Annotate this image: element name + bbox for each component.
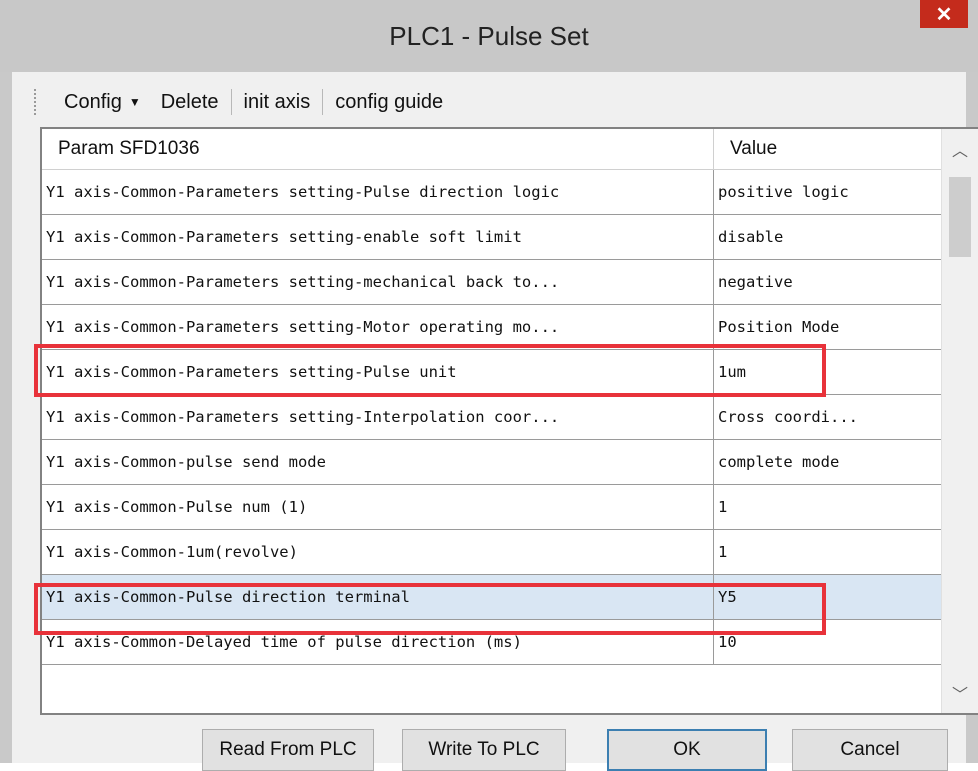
title-bar: PLC1 - Pulse Set ✕: [0, 0, 978, 72]
table-row[interactable]: Y1 axis-Common-Parameters setting-Motor …: [42, 305, 942, 350]
value-cell[interactable]: 1: [714, 485, 942, 529]
write-to-plc-label: Write To PLC: [428, 739, 540, 760]
value-cell[interactable]: Position Mode: [714, 305, 942, 349]
value-cell[interactable]: complete mode: [714, 440, 942, 484]
param-cell[interactable]: Y1 axis-Common-Parameters setting-Pulse …: [42, 350, 714, 394]
config-guide-button[interactable]: config guide: [325, 91, 453, 114]
value-cell[interactable]: Y5: [714, 575, 942, 619]
table-row[interactable]: Y1 axis-Common-Pulse direction terminal Y…: [42, 575, 942, 620]
value-cell[interactable]: Cross coordi...: [714, 395, 942, 439]
param-cell[interactable]: Y1 axis-Common-Pulse num (1): [42, 485, 714, 529]
param-cell[interactable]: Y1 axis-Common-Parameters setting-Pulse …: [42, 170, 714, 214]
close-button[interactable]: ✕: [920, 0, 968, 28]
table-row[interactable]: Y1 axis-Common-pulse send mode complete m…: [42, 440, 942, 485]
value-cell[interactable]: disable: [714, 215, 942, 259]
toolbar-grip[interactable]: [34, 89, 40, 115]
scrollbar-thumb[interactable]: [949, 177, 971, 257]
pulse-set-dialog: PLC1 - Pulse Set ✕ Config ▼ Delete init …: [0, 0, 978, 771]
config-label: Config: [64, 90, 122, 113]
table-row[interactable]: Y1 axis-Common-Delayed time of pulse dir…: [42, 620, 942, 665]
dialog-client-area: Config ▼ Delete init axis config guide P…: [12, 72, 978, 771]
toolbar-separator: [230, 89, 232, 115]
param-cell[interactable]: Y1 axis-Common-Pulse direction terminal: [42, 575, 714, 619]
param-cell[interactable]: Y1 axis-Common-Delayed time of pulse dir…: [42, 620, 714, 664]
value-cell[interactable]: negative: [714, 260, 942, 304]
value-cell[interactable]: 1: [714, 530, 942, 574]
grid-rows: Y1 axis-Common-Parameters setting-Pulse …: [42, 170, 942, 665]
param-cell[interactable]: Y1 axis-Common-Parameters setting-Motor …: [42, 305, 714, 349]
table-row[interactable]: Y1 axis-Common-Parameters setting-Pulse …: [42, 350, 942, 395]
dropdown-arrow-icon: ▼: [128, 95, 141, 109]
delete-label: Delete: [160, 90, 219, 113]
read-from-plc-button[interactable]: Read From PLC: [202, 729, 374, 771]
window-title: PLC1 - Pulse Set: [389, 20, 589, 51]
chevron-up-icon[interactable]: ︿: [942, 129, 978, 169]
column-header-param[interactable]: Param SFD1036: [42, 129, 714, 169]
param-cell[interactable]: Y1 axis-Common-pulse send mode: [42, 440, 714, 484]
table-row[interactable]: Y1 axis-Common-Parameters setting-enable…: [42, 215, 942, 260]
cancel-button[interactable]: Cancel: [792, 729, 948, 771]
chevron-down-icon[interactable]: ﹀: [942, 673, 978, 713]
ok-button[interactable]: OK: [607, 729, 767, 771]
table-row[interactable]: Y1 axis-Common-Parameters setting-Pulse …: [42, 170, 942, 215]
toolbar: Config ▼ Delete init axis config guide: [34, 82, 934, 122]
ok-label: OK: [673, 739, 701, 760]
param-cell[interactable]: Y1 axis-Common-1um(revolve): [42, 530, 714, 574]
read-from-plc-label: Read From PLC: [219, 739, 357, 760]
delete-button[interactable]: Delete: [151, 91, 229, 114]
param-cell[interactable]: Y1 axis-Common-Parameters setting-Interp…: [42, 395, 714, 439]
close-icon: ✕: [935, 3, 953, 26]
value-cell[interactable]: 1um: [714, 350, 942, 394]
config-menu-button[interactable]: Config ▼: [54, 91, 151, 114]
config-guide-label: config guide: [335, 90, 444, 113]
value-cell[interactable]: 10: [714, 620, 942, 664]
init-axis-label: init axis: [243, 90, 311, 113]
table-row[interactable]: Y1 axis-Common-Parameters setting-Interp…: [42, 395, 942, 440]
table-row[interactable]: Y1 axis-Common-1um(revolve) 1: [42, 530, 942, 575]
param-cell[interactable]: Y1 axis-Common-Parameters setting-mechan…: [42, 260, 714, 304]
param-cell[interactable]: Y1 axis-Common-Parameters setting-enable…: [42, 215, 714, 259]
value-cell[interactable]: positive logic: [714, 170, 942, 214]
table-row[interactable]: Y1 axis-Common-Parameters setting-mechan…: [42, 260, 942, 305]
table-row[interactable]: Y1 axis-Common-Pulse num (1) 1: [42, 485, 942, 530]
vertical-scrollbar[interactable]: ︿ ﹀: [941, 129, 978, 713]
write-to-plc-button[interactable]: Write To PLC: [402, 729, 566, 771]
grid-header: Param SFD1036 Value: [42, 129, 942, 170]
init-axis-button[interactable]: init axis: [234, 91, 321, 114]
toolbar-separator: [322, 89, 324, 115]
parameter-grid: Param SFD1036 Value Y1 axis-Common-Param…: [40, 127, 978, 715]
column-header-value[interactable]: Value: [714, 129, 942, 169]
cancel-label: Cancel: [840, 739, 900, 760]
